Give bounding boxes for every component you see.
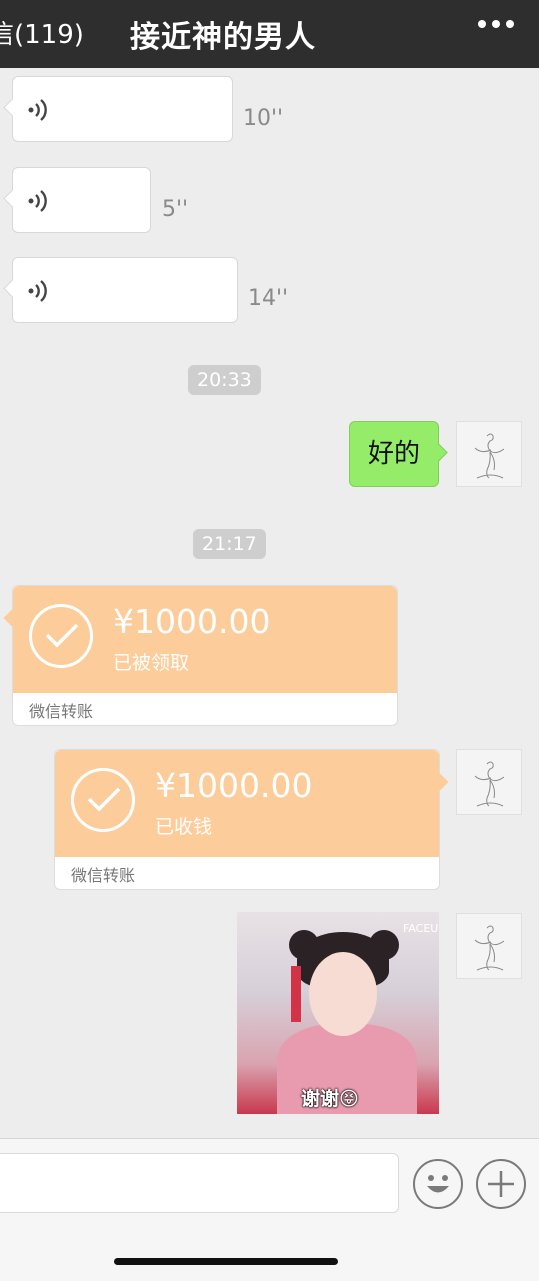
chat-title: 接近神的男人 <box>130 20 316 55</box>
avatar-sketch-icon <box>474 761 505 807</box>
avatar-sketch-icon <box>474 925 505 971</box>
transfer-sent-card[interactable]: ¥1000.00 已收钱 微信转账 <box>54 749 440 890</box>
timestamp: 21:17 <box>193 529 266 559</box>
check-icon <box>29 604 93 668</box>
voice-wave-icon <box>28 190 47 212</box>
avatar[interactable] <box>456 749 522 815</box>
sent-text-bubble[interactable]: 好的 <box>349 421 439 487</box>
avatar-sketch-icon <box>474 433 505 479</box>
voice-duration: 5'' <box>162 197 189 222</box>
plus-icon[interactable] <box>476 1159 526 1209</box>
transfer-card-top: ¥1000.00 已收钱 <box>55 750 439 857</box>
sticker-watermark: FACEU <box>403 922 439 935</box>
avatar[interactable] <box>456 421 522 487</box>
transfer-card-top: ¥1000.00 已被领取 <box>13 586 397 693</box>
message-input[interactable] <box>0 1153 399 1213</box>
voice-message[interactable] <box>12 167 151 233</box>
transfer-status: 已收钱 <box>155 816 213 838</box>
voice-message[interactable] <box>12 257 238 323</box>
sticker-image[interactable]: FACEU 谢谢😝 <box>237 912 439 1114</box>
transfer-received-card[interactable]: ¥1000.00 已被领取 微信转账 <box>12 585 398 726</box>
transfer-amount: ¥1000.00 <box>155 766 313 805</box>
home-indicator[interactable] <box>114 1258 338 1265</box>
check-icon <box>71 768 135 832</box>
sticker-tassel <box>291 966 301 1022</box>
emoji-icon[interactable] <box>413 1159 463 1209</box>
transfer-footer: 微信转账 <box>71 866 136 885</box>
voice-message[interactable] <box>12 76 233 142</box>
sticker-caption: 谢谢😝 <box>301 1088 359 1110</box>
nav-bar: 信(119) 接近神的男人 <box>0 0 539 68</box>
back-label: 信(119) <box>0 20 84 50</box>
timestamp: 20:33 <box>188 365 261 395</box>
voice-duration: 10'' <box>243 106 284 131</box>
voice-wave-icon <box>28 99 47 121</box>
voice-duration: 14'' <box>248 286 289 311</box>
sticker-face <box>309 952 377 1036</box>
transfer-footer: 微信转账 <box>29 702 94 721</box>
voice-wave-icon <box>28 280 47 302</box>
avatar[interactable] <box>456 913 522 979</box>
transfer-status: 已被领取 <box>113 652 190 674</box>
transfer-amount: ¥1000.00 <box>113 602 271 641</box>
more-icon[interactable] <box>478 20 514 28</box>
